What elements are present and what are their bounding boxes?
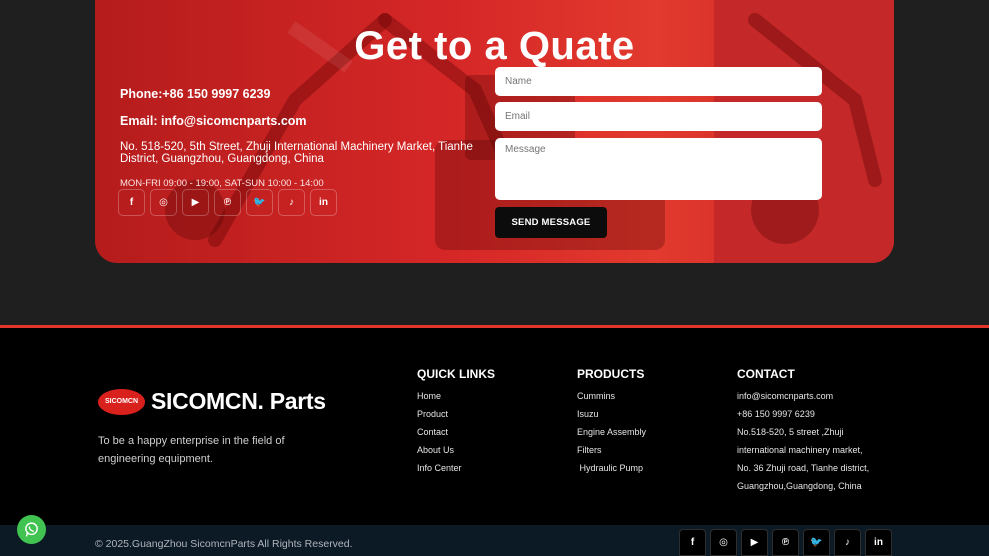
footer-logo[interactable]: SICOMCN SICOMCN. Parts: [98, 388, 326, 415]
facebook-icon: f: [129, 197, 134, 208]
footer-instagram-link[interactable]: ◎: [710, 529, 737, 556]
footer-contact-address-line: No.518-520, 5 street ,Zhuji: [737, 427, 844, 437]
footer-tiktok-link[interactable]: ♪: [834, 529, 861, 556]
footer-pinterest-link[interactable]: ℗: [772, 529, 799, 556]
message-textarea[interactable]: [495, 138, 822, 200]
footer-facebook-link[interactable]: f: [679, 529, 706, 556]
contact-title: CONTACT: [737, 367, 795, 381]
quick-links-column: QUICK LINKS Home Product Contact About U…: [417, 367, 495, 477]
youtube-link[interactable]: ▶: [182, 189, 209, 216]
whatsapp-chat-button[interactable]: [17, 515, 46, 544]
youtube-icon: ▶: [191, 197, 200, 208]
quote-social-links: f ◎ ▶ ℗ 🐦 ♪ in: [118, 189, 337, 216]
product-link-isuzu[interactable]: Isuzu: [577, 405, 646, 423]
linkedin-link[interactable]: in: [310, 189, 337, 216]
footer-link-about-us[interactable]: About Us: [417, 441, 495, 459]
quote-section: Get to a Quate Phone:+86 150 9997 6239 E…: [0, 0, 989, 325]
whatsapp-icon: [25, 522, 38, 537]
instagram-link[interactable]: ◎: [150, 189, 177, 216]
footer-twitter-link[interactable]: 🐦: [803, 529, 830, 556]
linkedin-icon: in: [874, 537, 883, 548]
facebook-icon: f: [690, 537, 695, 548]
product-link-filters[interactable]: Filters: [577, 441, 646, 459]
quote-title: Get to a Quate: [354, 24, 635, 68]
instagram-icon: ◎: [719, 537, 728, 548]
contact-hours: MON-FRI 09:00 - 19:00, SAT-SUN 10:00 - 1…: [120, 178, 324, 189]
footer-contact-address-line: No. 36 Zhuji road, Tianhe district,: [737, 463, 870, 473]
quick-links-title: QUICK LINKS: [417, 367, 495, 381]
products-title: PRODUCTS: [577, 367, 645, 381]
product-link-cummins[interactable]: Cummins: [577, 387, 646, 405]
email-input[interactable]: [495, 102, 822, 131]
twitter-link[interactable]: 🐦: [246, 189, 273, 216]
footer-linkedin-link[interactable]: in: [865, 529, 892, 556]
copyright-text: © 2025.GuangZhou SicomcnParts All Rights…: [95, 538, 353, 550]
contact-email[interactable]: Email: info@sicomcnparts.com: [120, 114, 307, 128]
pinterest-icon: ℗: [223, 197, 232, 208]
footer-contact-address-line: international machinery market,: [737, 445, 863, 455]
products-column: PRODUCTS Cummins Isuzu Engine Assembly F…: [577, 367, 646, 477]
logo-badge: SICOMCN: [98, 388, 145, 415]
footer-contact-phone[interactable]: +86 150 9997 6239: [737, 405, 869, 423]
contact-column: CONTACT info@sicomcnparts.com +86 150 99…: [737, 367, 869, 495]
pinterest-link[interactable]: ℗: [214, 189, 241, 216]
tiktok-link[interactable]: ♪: [278, 189, 305, 216]
footer-social-links: f ◎ ▶ ℗ 🐦 ♪ in: [679, 529, 892, 556]
name-input[interactable]: [495, 67, 822, 96]
page: Get to a Quate Phone:+86 150 9997 6239 E…: [0, 0, 989, 556]
footer-contact-email[interactable]: info@sicomcnparts.com: [737, 387, 869, 405]
footer-contact-address-line: Guangzhou,Guangdong, China: [737, 481, 862, 491]
footer-tagline: To be a happy enterprise in the field of…: [98, 435, 285, 465]
twitter-icon: 🐦: [253, 197, 266, 208]
product-link-hydraulic-pump[interactable]: Hydraulic Pump: [577, 459, 646, 477]
linkedin-icon: in: [319, 197, 328, 208]
contact-address: No. 518-520, 5th Street, Zhuji Internati…: [120, 141, 473, 165]
copyright-bar: © 2025.GuangZhou SicomcnParts All Rights…: [0, 525, 989, 556]
contact-phone[interactable]: Phone:+86 150 9997 6239: [120, 87, 270, 101]
facebook-link[interactable]: f: [118, 189, 145, 216]
footer-link-product[interactable]: Product: [417, 405, 495, 423]
tiktok-icon: ♪: [289, 197, 294, 208]
logo-text: SICOMCN. Parts: [151, 388, 326, 414]
product-link-engine-assembly[interactable]: Engine Assembly: [577, 423, 646, 441]
footer-link-contact[interactable]: Contact: [417, 423, 495, 441]
twitter-icon: 🐦: [810, 537, 823, 548]
footer-link-info-center[interactable]: Info Center: [417, 459, 495, 477]
footer-link-home[interactable]: Home: [417, 387, 495, 405]
footer-youtube-link[interactable]: ▶: [741, 529, 768, 556]
tiktok-icon: ♪: [845, 537, 850, 548]
instagram-icon: ◎: [159, 197, 168, 208]
send-message-button[interactable]: SEND MESSAGE: [495, 207, 607, 238]
youtube-icon: ▶: [750, 537, 759, 548]
footer: SICOMCN SICOMCN. Parts To be a happy ent…: [0, 325, 989, 525]
pinterest-icon: ℗: [781, 537, 790, 548]
